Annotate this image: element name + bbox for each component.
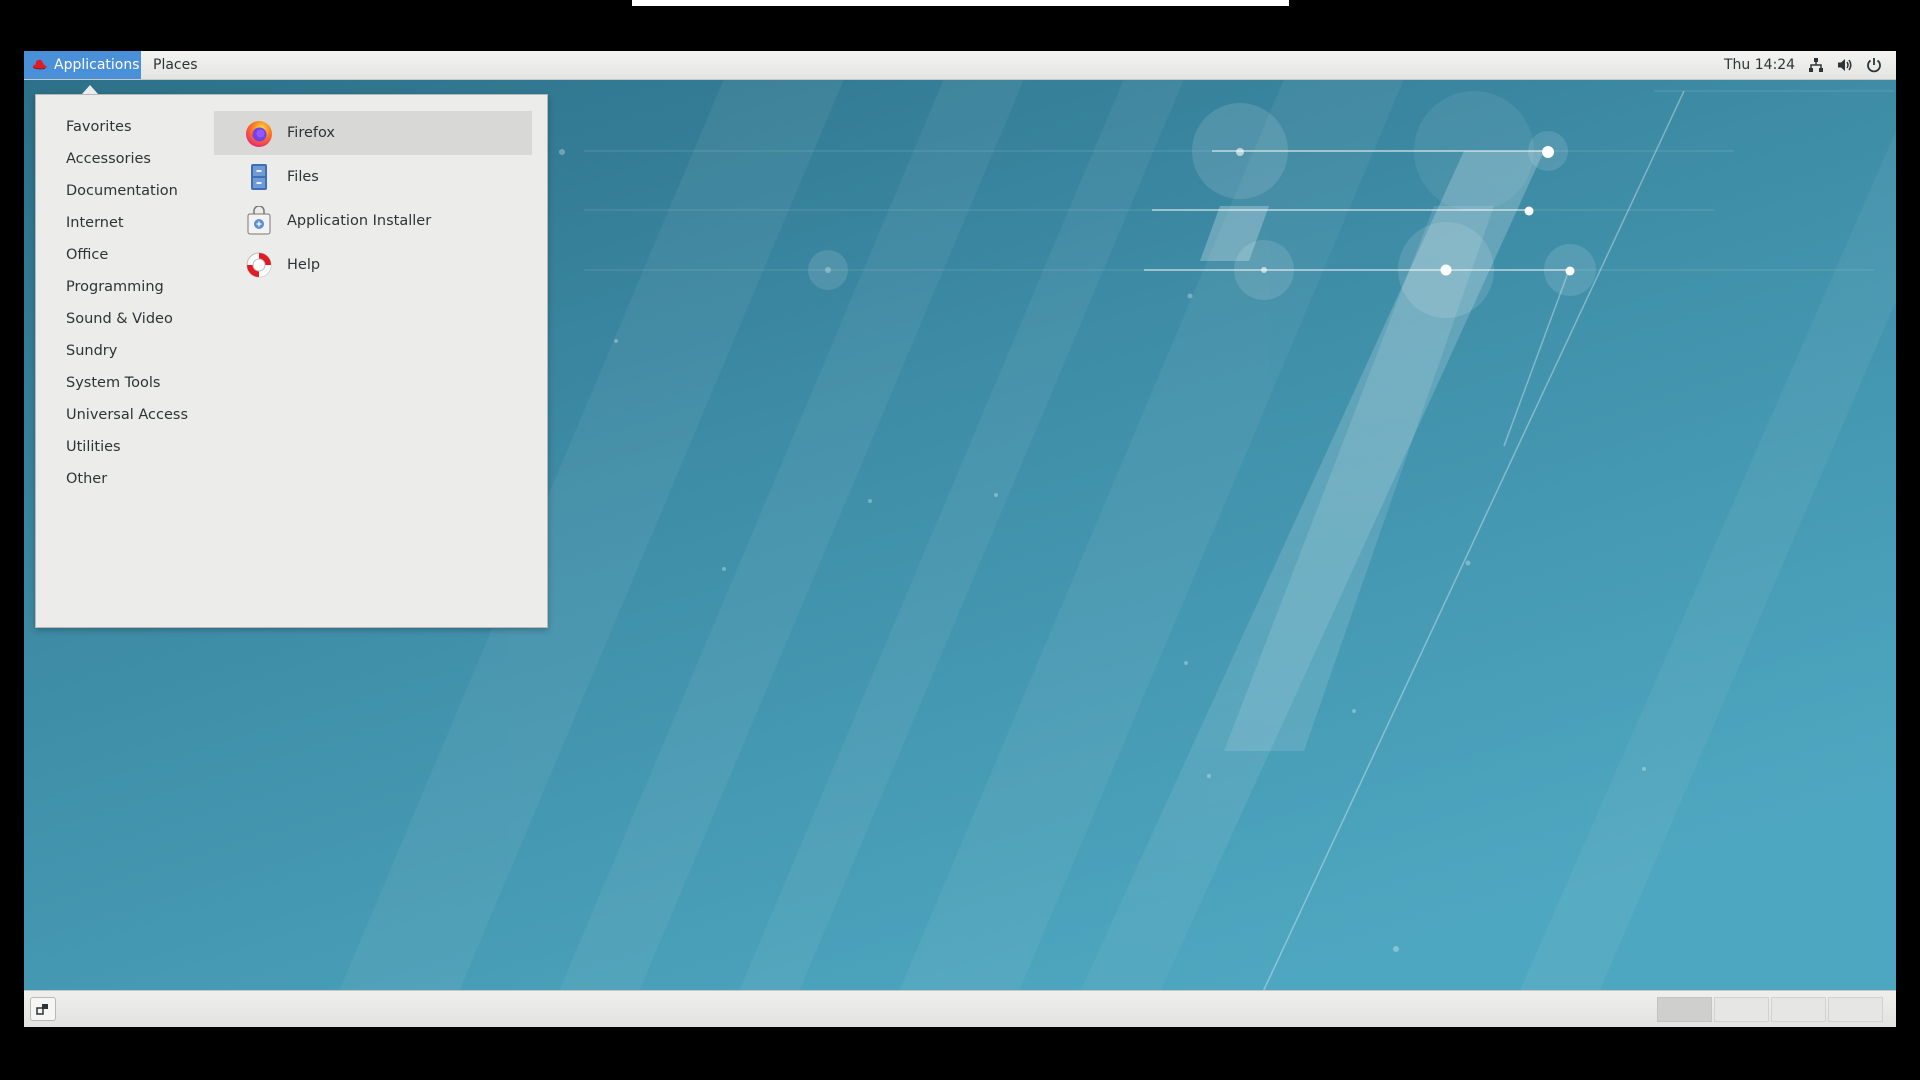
network-icon[interactable]: [1808, 57, 1824, 73]
applications-menu-button[interactable]: Applications: [24, 51, 141, 79]
category-label: System Tools: [66, 375, 161, 391]
category-system-tools[interactable]: System Tools: [66, 371, 160, 395]
category-favorites[interactable]: Favorites: [66, 115, 132, 139]
applications-menu: Favorites Accessories Documentation Inte…: [35, 94, 548, 628]
category-sundry[interactable]: Sundry: [66, 339, 117, 363]
app-label: Files: [287, 169, 319, 185]
workspace-3[interactable]: [1771, 997, 1826, 1022]
applications-label: Applications: [54, 57, 140, 73]
category-office[interactable]: Office: [66, 243, 108, 267]
help-icon: [246, 252, 272, 278]
category-label: Office: [66, 247, 109, 263]
desktop-screen: Applications Places Thu 14:24 Favorites …: [24, 51, 1896, 1027]
category-documentation[interactable]: Documentation: [66, 179, 178, 203]
places-label: Places: [153, 57, 198, 73]
category-universal-access[interactable]: Universal Access: [66, 403, 188, 427]
power-icon[interactable]: [1866, 57, 1882, 73]
app-application-installer[interactable]: Application Installer: [214, 199, 532, 243]
app-files[interactable]: Files: [214, 155, 532, 199]
app-label: Help: [287, 257, 321, 273]
clock-text: Thu 14:24: [1724, 57, 1796, 73]
show-desktop-button[interactable]: [30, 997, 56, 1021]
app-label: Application Installer: [287, 213, 432, 229]
clock[interactable]: Thu 14:24: [1724, 51, 1795, 79]
category-label: Other: [66, 471, 108, 487]
category-other[interactable]: Other: [66, 467, 107, 491]
workspace-2[interactable]: [1714, 997, 1769, 1022]
bottom-panel: [24, 990, 1896, 1027]
app-label: Firefox: [287, 125, 335, 141]
application-installer-icon: [247, 206, 271, 235]
category-label: Utilities: [66, 439, 121, 455]
category-label: Accessories: [66, 151, 151, 167]
show-desktop-icon: [36, 1004, 48, 1015]
menu-pointer: [82, 85, 98, 94]
top-panel: Applications Places Thu 14:24: [24, 51, 1896, 80]
files-icon: [251, 164, 267, 190]
category-utilities[interactable]: Utilities: [66, 435, 121, 459]
app-firefox[interactable]: Firefox: [214, 111, 532, 155]
places-menu-button[interactable]: Places: [141, 51, 210, 79]
category-internet[interactable]: Internet: [66, 211, 124, 235]
app-help[interactable]: Help: [214, 243, 532, 287]
workspace-4[interactable]: [1828, 997, 1883, 1022]
category-label: Programming: [66, 279, 164, 295]
category-accessories[interactable]: Accessories: [66, 147, 151, 171]
category-sound-video[interactable]: Sound & Video: [66, 307, 173, 331]
redhat-logo-icon: [32, 59, 47, 70]
category-label: Universal Access: [66, 407, 189, 423]
category-label: Sound & Video: [66, 311, 173, 327]
category-label: Documentation: [66, 183, 178, 199]
firefox-icon: [246, 121, 272, 147]
category-label: Internet: [66, 215, 124, 231]
category-programming[interactable]: Programming: [66, 275, 164, 299]
category-label: Favorites: [66, 119, 132, 135]
workspace-1[interactable]: [1657, 997, 1712, 1022]
top-edge-strip: [632, 0, 1289, 6]
category-label: Sundry: [66, 343, 118, 359]
volume-icon[interactable]: [1837, 57, 1853, 73]
